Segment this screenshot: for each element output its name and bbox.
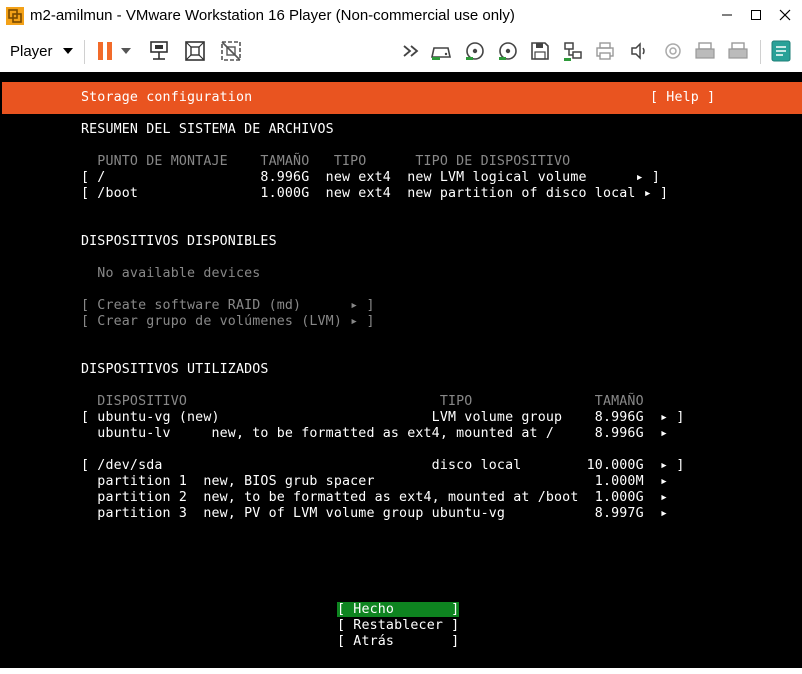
player-menu-label: Player <box>10 42 53 60</box>
floppy-button[interactable] <box>527 38 553 64</box>
printer-button[interactable] <box>592 38 618 64</box>
forward-icon <box>403 45 419 57</box>
hard-disk-icon <box>431 47 451 60</box>
send-ctrl-alt-del-button[interactable] <box>146 38 172 64</box>
camera-button[interactable] <box>660 38 686 64</box>
camera-icon <box>665 43 681 59</box>
filesystem-summary-columns: PUNTO DE MONTAJE TAMAÑO TIPO TIPO DE DIS… <box>81 154 571 169</box>
fit-guest-button[interactable] <box>182 38 208 64</box>
back-button[interactable]: [ Atrás ] <box>337 634 459 649</box>
vmware-app-icon <box>6 7 24 25</box>
sound-icon <box>631 42 645 60</box>
close-icon <box>779 9 791 21</box>
used-devices-columns: DISPOSITIVO TIPO TAMAÑO <box>81 394 644 409</box>
used-device-row[interactable]: ubuntu-lv new, to be formatted as ext4, … <box>81 426 668 441</box>
sound-button[interactable] <box>626 38 652 64</box>
unity-button[interactable] <box>218 38 244 64</box>
maximize-button[interactable] <box>741 4 771 26</box>
window-bottom-border <box>0 668 802 674</box>
unity-icon <box>221 41 241 61</box>
usb-device-icon <box>695 42 715 59</box>
no-available-devices: No available devices <box>81 266 261 281</box>
maximize-icon <box>751 10 761 20</box>
close-button[interactable] <box>770 4 800 26</box>
filesystem-row-boot[interactable]: [ /boot 1.000G new ext4 new partition of… <box>81 186 668 201</box>
printer-icon <box>596 42 614 60</box>
pause-dropdown-button[interactable] <box>118 38 134 64</box>
player-toolbar: Player <box>0 32 802 72</box>
usb-device-2-icon <box>728 42 748 59</box>
forward-button[interactable] <box>398 38 424 64</box>
toolbar-divider <box>760 40 761 64</box>
usb-device-2-button[interactable] <box>725 38 751 64</box>
used-device-row[interactable]: partition 2 new, to be formatted as ext4… <box>81 490 668 505</box>
cd-dvd-2-button[interactable] <box>495 38 521 64</box>
cd-dvd-icon <box>466 42 484 60</box>
cd-dvd-2-icon <box>499 42 517 60</box>
toolbar-divider <box>84 40 85 64</box>
message-log-icon <box>771 40 791 62</box>
available-devices-title: DISPOSITIVOS DISPONIBLES <box>81 234 277 249</box>
player-menu-button[interactable]: Player <box>4 38 79 64</box>
hard-disk-button[interactable] <box>428 38 454 64</box>
send-ctrl-alt-del-icon <box>150 41 168 60</box>
window-titlebar: m2-amilmun - VMware Workstation 16 Playe… <box>0 0 802 32</box>
window-title: m2-amilmun - VMware Workstation 16 Playe… <box>30 7 515 24</box>
minimize-button[interactable] <box>712 4 742 26</box>
vm-console-screen[interactable]: Storage configuration [ Help ] RESUMEN D… <box>0 72 802 668</box>
network-adapter-icon <box>564 42 582 61</box>
installer-header-title: Storage configuration <box>81 90 253 105</box>
chevron-down-icon <box>62 48 73 54</box>
installer-header: Storage configuration [ Help ] <box>2 82 802 114</box>
network-adapter-button[interactable] <box>560 38 586 64</box>
message-log-button[interactable] <box>768 38 794 64</box>
used-device-row[interactable]: [ ubuntu-vg (new) LVM volume group 8.996… <box>81 410 685 425</box>
pause-icon <box>98 42 112 60</box>
fit-guest-icon <box>185 41 205 61</box>
pause-button[interactable] <box>92 38 118 64</box>
used-device-row[interactable]: partition 1 new, BIOS grub spacer 1.000M… <box>81 474 668 489</box>
cd-dvd-button[interactable] <box>462 38 488 64</box>
help-button[interactable]: [ Help ] <box>650 90 715 105</box>
used-device-row[interactable]: [ /dev/sda disco local 10.000G ▸ ] <box>81 458 685 473</box>
dropdown-caret-icon <box>121 48 131 54</box>
done-button[interactable]: [ Hecho ] <box>337 602 460 617</box>
minimize-icon <box>722 14 732 16</box>
used-devices-title: DISPOSITIVOS UTILIZADOS <box>81 362 269 377</box>
reset-button[interactable]: [ Restablecer ] <box>337 618 459 633</box>
create-lvm-button[interactable]: [ Crear grupo de volúmenes (LVM) ▸ ] <box>81 314 375 329</box>
floppy-icon <box>531 42 549 60</box>
usb-device-button[interactable] <box>692 38 718 64</box>
filesystem-row-root[interactable]: [ / 8.996G new ext4 new LVM logical volu… <box>81 170 660 185</box>
filesystem-summary-title: RESUMEN DEL SISTEMA DE ARCHIVOS <box>81 122 334 137</box>
create-raid-button[interactable]: [ Create software RAID (md) ▸ ] <box>81 298 375 313</box>
used-device-row[interactable]: partition 3 new, PV of LVM volume group … <box>81 506 668 521</box>
